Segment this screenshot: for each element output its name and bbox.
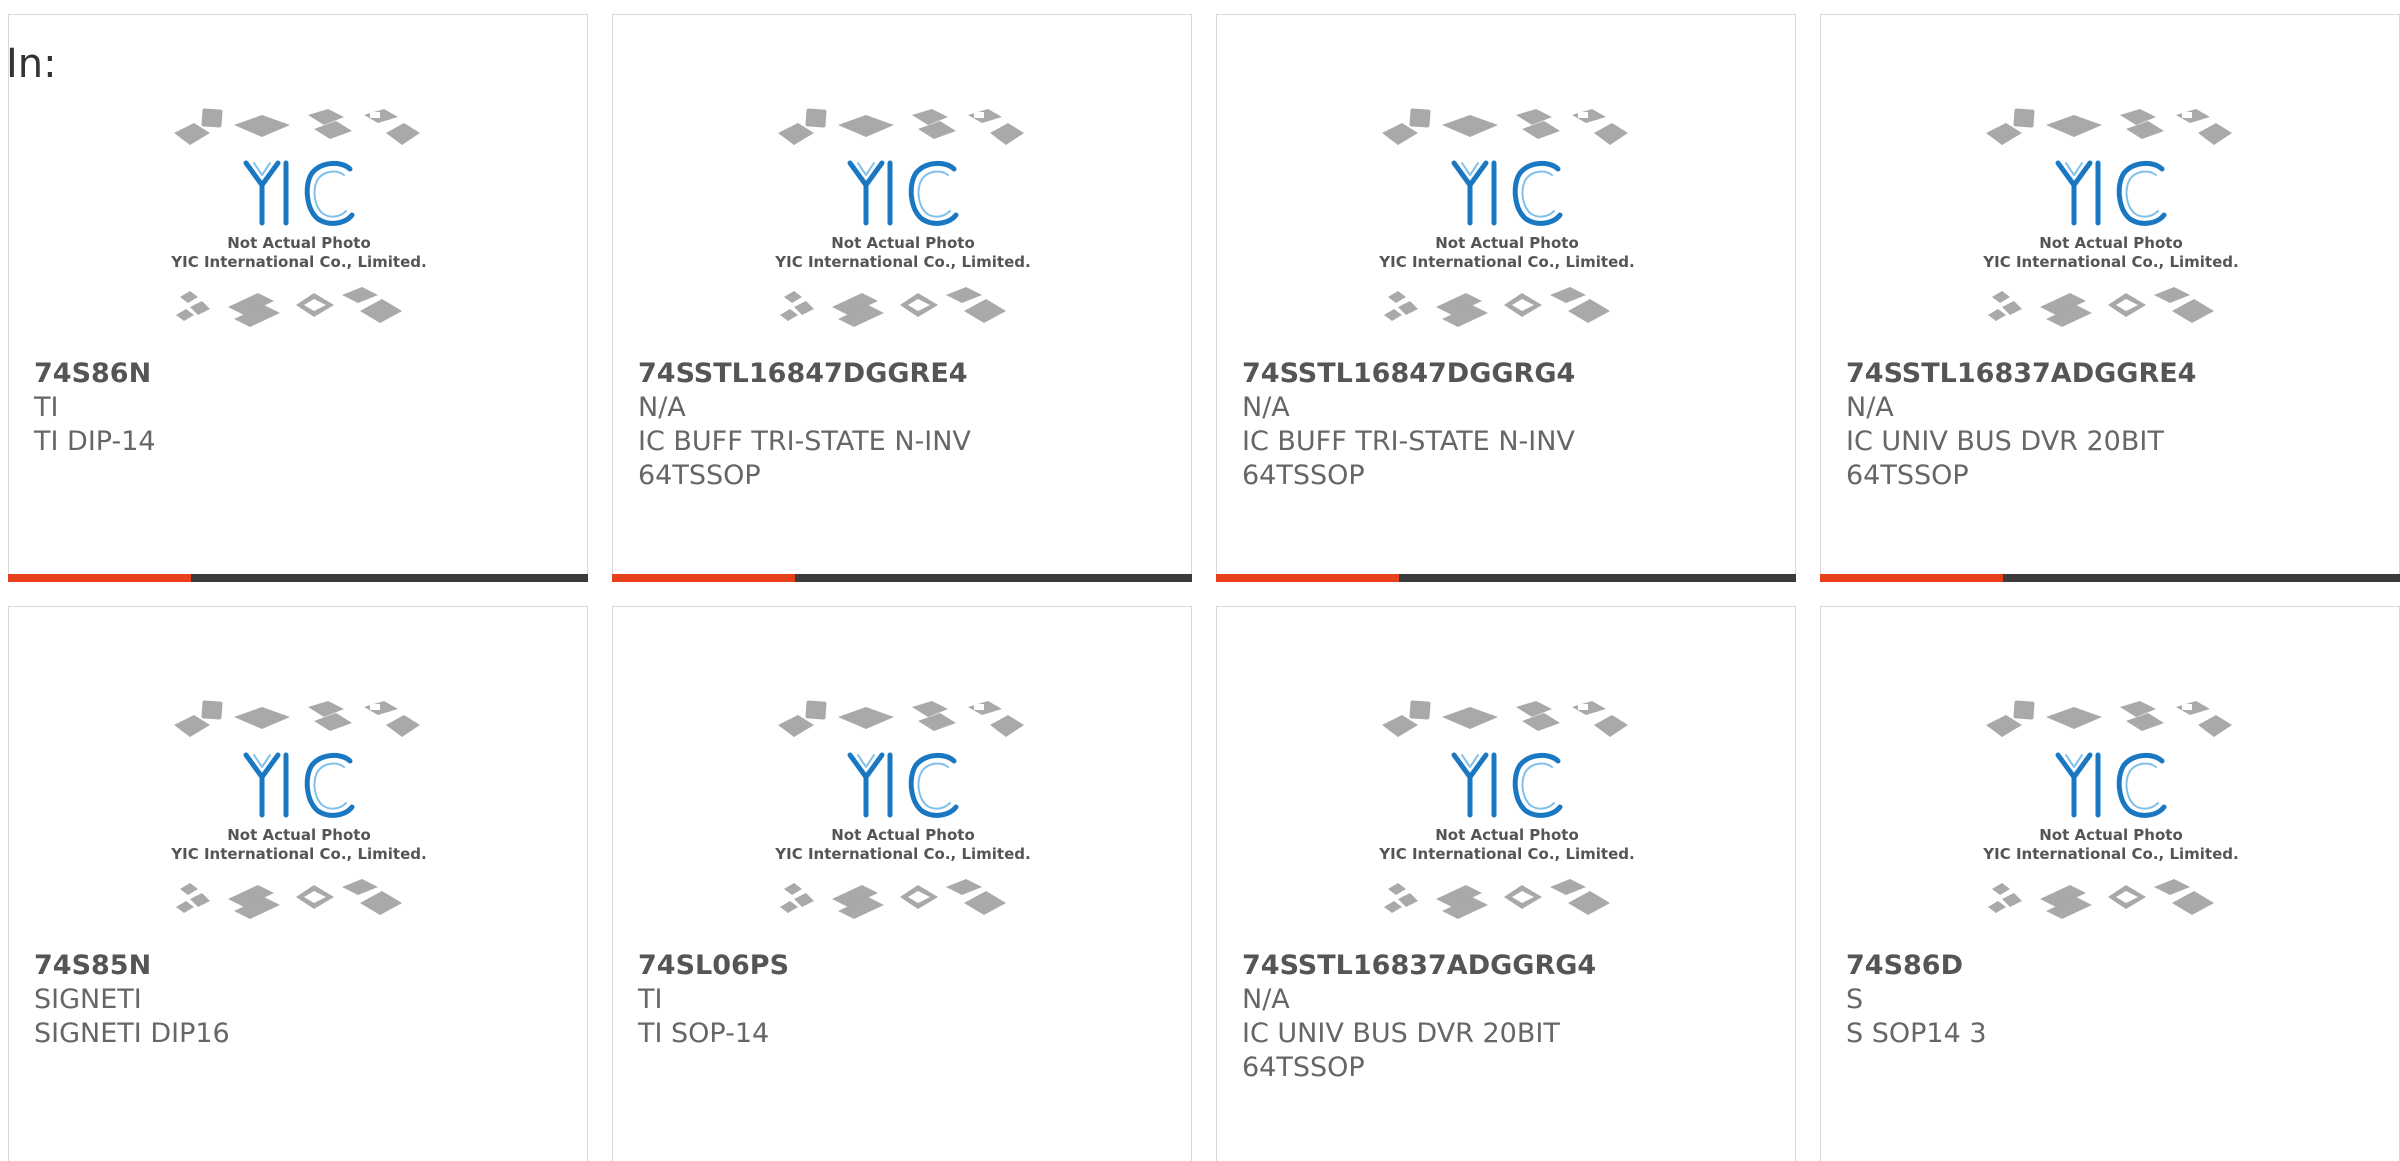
product-card-74s85n[interactable]: Not Actual Photo YIC International Co., … (8, 606, 588, 1161)
product-card-74sstl16837adggrg4[interactable]: Not Actual Photo YIC International Co., … (1216, 606, 1796, 1161)
chip-placeholder-icon: Not Actual Photo YIC International Co., … (1982, 108, 2239, 327)
part-number[interactable]: 74SSTL16847DGGRG4 (1242, 357, 1775, 391)
part-number[interactable]: 74S86D (1846, 949, 2379, 983)
product-info: 74SSTL16847DGGRE4 N/A IC BUFF TRI-STATE N… (638, 357, 1171, 493)
description-line: 64TSSOP (1846, 460, 1969, 491)
manufacturer: TI (34, 392, 59, 423)
card-bottom-bar (1820, 574, 2400, 582)
product-image[interactable]: Not Actual Photo YIC International Co., … (164, 105, 434, 345)
chip-placeholder-icon: Not Actual Photo YIC International Co., … (170, 700, 427, 919)
description-line: TI DIP-14 (34, 426, 156, 457)
product-card-74sstl16847dggrg4[interactable]: Not Actual Photo YIC International Co., … (1216, 14, 1796, 582)
product-info: 74SSTL16837ADGGRG4 N/A IC UNIV BUS DVR 20… (1242, 949, 1775, 1085)
manufacturer: TI (638, 984, 663, 1015)
description-line: TI SOP-14 (638, 1018, 770, 1049)
description-line: IC BUFF TRI-STATE N-INV (638, 426, 971, 457)
product-info: 74S86D SS SOP14 3 (1846, 949, 2379, 1051)
description-line: 64TSSOP (638, 460, 761, 491)
description-line: IC BUFF TRI-STATE N-INV (1242, 426, 1575, 457)
yic-logo (847, 752, 959, 818)
product-image[interactable]: Not Actual Photo YIC International Co., … (1976, 697, 2246, 937)
product-image[interactable]: Not Actual Photo YIC International Co., … (164, 697, 434, 937)
description-line: 64TSSOP (1242, 1052, 1365, 1083)
part-number[interactable]: 74S85N (34, 949, 567, 983)
product-info: 74SSTL16847DGGRG4 N/A IC BUFF TRI-STATE N… (1242, 357, 1775, 493)
product-listing-page: In: Not Actual Photo YIC International C… (0, 0, 2400, 1161)
manufacturer: N/A (1242, 392, 1290, 423)
placeholder-caption: YIC International Co., Limited. (1378, 253, 1634, 271)
placeholder-caption: YIC International Co., Limited. (1982, 253, 2238, 271)
placeholder-caption: YIC International Co., Limited. (774, 845, 1030, 863)
placeholder-caption: Not Actual Photo (831, 234, 975, 252)
description-line: IC UNIV BUS DVR 20BIT (1242, 1018, 1560, 1049)
product-card-74sstl16837adggre4[interactable]: Not Actual Photo YIC International Co., … (1820, 14, 2400, 582)
card-accent-bar (8, 574, 191, 582)
placeholder-caption: Not Actual Photo (1435, 234, 1579, 252)
yic-logo (2055, 160, 2167, 226)
placeholder-caption: Not Actual Photo (227, 234, 371, 252)
chip-placeholder-icon: Not Actual Photo YIC International Co., … (774, 700, 1031, 919)
yic-logo (2055, 752, 2167, 818)
product-card-74sl06ps[interactable]: Not Actual Photo YIC International Co., … (612, 606, 1192, 1161)
description-line: IC UNIV BUS DVR 20BIT (1846, 426, 2164, 457)
placeholder-caption: Not Actual Photo (227, 826, 371, 844)
yic-logo (243, 160, 355, 226)
manufacturer: N/A (1846, 392, 1894, 423)
card-bottom-bar (8, 574, 588, 582)
placeholder-caption: Not Actual Photo (2039, 826, 2183, 844)
card-accent-bar (612, 574, 795, 582)
card-accent-bar (1216, 574, 1399, 582)
filter-label: In: (6, 41, 57, 87)
placeholder-caption: Not Actual Photo (831, 826, 975, 844)
yic-logo (243, 752, 355, 818)
chip-placeholder-icon: Not Actual Photo YIC International Co., … (1378, 700, 1635, 919)
product-info: 74SL06PS TI TI SOP-14 (638, 949, 1171, 1051)
product-image[interactable]: Not Actual Photo YIC International Co., … (768, 697, 1038, 937)
part-number[interactable]: 74SL06PS (638, 949, 1171, 983)
placeholder-caption: YIC International Co., Limited. (170, 845, 426, 863)
product-image[interactable]: Not Actual Photo YIC International Co., … (1372, 697, 1642, 937)
card-accent-bar (1820, 574, 2003, 582)
chip-placeholder-icon: Not Actual Photo YIC International Co., … (1982, 700, 2239, 919)
chip-placeholder-icon: Not Actual Photo YIC International Co., … (774, 108, 1031, 327)
product-card-74s86n[interactable]: Not Actual Photo YIC International Co., … (8, 14, 588, 582)
description-line: SIGNETI DIP16 (34, 1018, 230, 1049)
product-image[interactable]: Not Actual Photo YIC International Co., … (768, 105, 1038, 345)
placeholder-caption: YIC International Co., Limited. (774, 253, 1030, 271)
product-image[interactable]: Not Actual Photo YIC International Co., … (1976, 105, 2246, 345)
part-number[interactable]: 74S86N (34, 357, 567, 391)
manufacturer: SIGNETI (34, 984, 142, 1015)
placeholder-caption: Not Actual Photo (2039, 234, 2183, 252)
description-line: 64TSSOP (1242, 460, 1365, 491)
product-card-74sstl16847dggre4[interactable]: Not Actual Photo YIC International Co., … (612, 14, 1192, 582)
manufacturer: N/A (1242, 984, 1290, 1015)
yic-logo (1451, 752, 1563, 818)
product-image[interactable]: Not Actual Photo YIC International Co., … (1372, 105, 1642, 345)
product-info: 74SSTL16837ADGGRE4 N/A IC UNIV BUS DVR 20… (1846, 357, 2379, 493)
manufacturer: N/A (638, 392, 686, 423)
part-number[interactable]: 74SSTL16837ADGGRE4 (1846, 357, 2379, 391)
card-bottom-bar (1216, 574, 1796, 582)
chip-placeholder-icon: Not Actual Photo YIC International Co., … (170, 108, 427, 327)
product-card-74s86d[interactable]: Not Actual Photo YIC International Co., … (1820, 606, 2400, 1161)
product-info: 74S85N SIGNETI SIGNETI DIP16 (34, 949, 567, 1051)
product-info: 74S86N TI TI DIP-14 (34, 357, 567, 459)
yic-logo (1451, 160, 1563, 226)
part-number[interactable]: 74SSTL16847DGGRE4 (638, 357, 1171, 391)
chip-placeholder-icon: Not Actual Photo YIC International Co., … (1378, 108, 1635, 327)
placeholder-caption: YIC International Co., Limited. (1378, 845, 1634, 863)
product-grid: Not Actual Photo YIC International Co., … (8, 14, 2400, 1161)
part-number[interactable]: 74SSTL16837ADGGRG4 (1242, 949, 1775, 983)
description-line: S SOP14 3 (1846, 1018, 1987, 1049)
card-bottom-bar (612, 574, 1192, 582)
manufacturer: S (1846, 984, 1864, 1015)
placeholder-caption: YIC International Co., Limited. (170, 253, 426, 271)
placeholder-caption: YIC International Co., Limited. (1982, 845, 2238, 863)
yic-logo (847, 160, 959, 226)
placeholder-caption: Not Actual Photo (1435, 826, 1579, 844)
